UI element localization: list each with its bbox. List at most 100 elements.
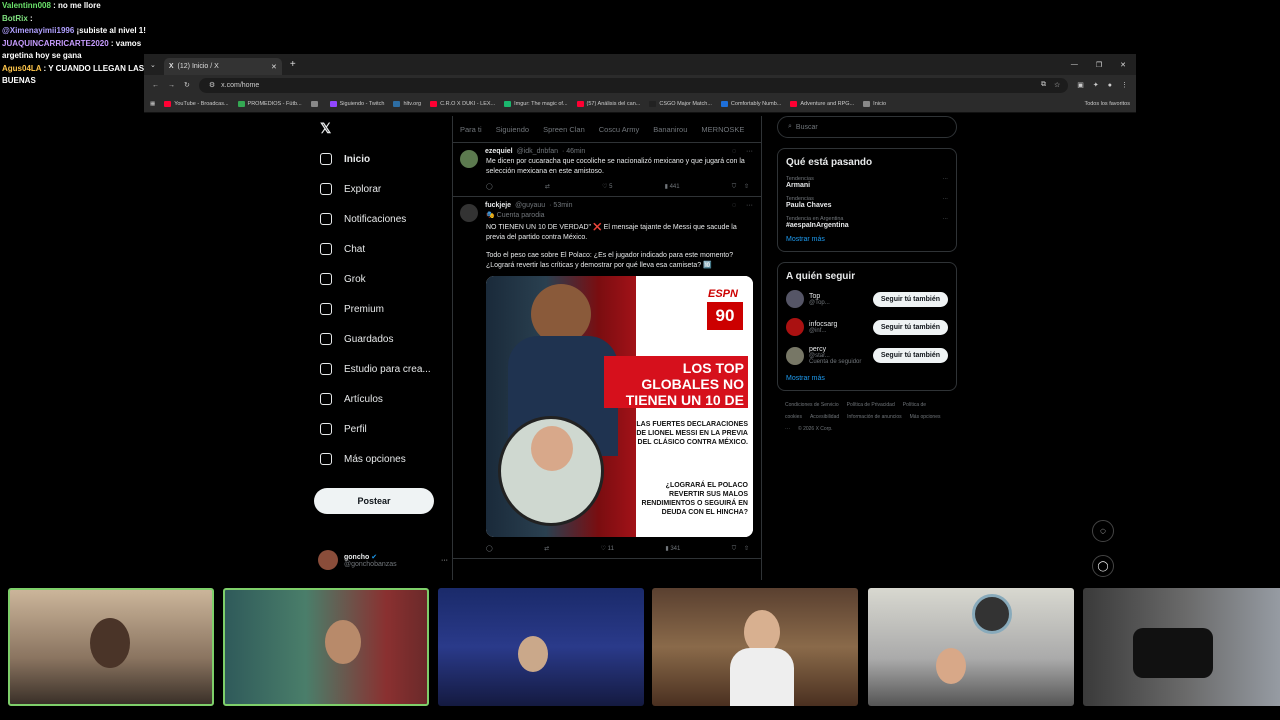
star-icon[interactable]: ☆ [1054,81,1060,89]
menu-icon[interactable]: ⋮ [1121,81,1128,89]
x-logo-icon[interactable]: 𝕏 [314,116,449,144]
more-icon[interactable]: ··· [746,202,753,209]
extension-icon[interactable]: ▣ [1077,81,1084,89]
like-button[interactable]: ♡ 11 [601,545,614,553]
tweet[interactable]: ezequiel @idk_dnbfan · 46min ◌ ··· Me dicen … [453,143,761,197]
close-window-icon[interactable]: ✕ [1120,61,1126,69]
forward-icon[interactable]: → [168,82,175,89]
nav-item[interactable]: Guardados [314,324,449,354]
messages-fab-icon[interactable]: ◯ [1092,555,1114,577]
more-icon[interactable]: ··· [943,216,949,222]
avatar[interactable] [786,290,804,308]
more-icon[interactable]: ··· [441,557,448,564]
tweet-author[interactable]: fuckjeje [485,202,511,209]
reload-icon[interactable]: ↻ [184,81,190,89]
nav-item[interactable]: Perfil [314,414,449,444]
bookmark-item[interactable]: (57) Análisis del can... [576,100,640,107]
address-bar[interactable]: ⚙ x.com/home ⧉ ☆ [198,77,1069,93]
grok-icon[interactable]: ◌ [732,202,736,209]
nav-item[interactable]: Chat [314,234,449,264]
bookmark-icon[interactable]: ⛉ [732,184,737,190]
bookmark-icon[interactable]: ⛉ [732,546,737,552]
back-icon[interactable]: ← [152,82,159,89]
follow-name[interactable]: Top [809,293,868,300]
footer-link[interactable]: Política de Privacidad [847,402,895,408]
timeline-tab[interactable]: Para ti [453,125,489,134]
retweet-icon[interactable]: ⇄ [545,183,550,191]
nav-item[interactable]: Explorar [314,174,449,204]
nav-item[interactable]: Notificaciones [314,204,449,234]
trend-item[interactable]: Tendencias ··· Paula Chaves [786,196,948,209]
follow-button[interactable]: Seguir tú también [872,291,948,307]
bookmark-item[interactable]: Imgur: The magic of... [504,100,568,107]
chat-username[interactable]: Agus04LA [2,64,41,73]
bookmark-item[interactable]: Inicio [863,100,886,107]
views-button[interactable]: ▮ 441 [665,183,680,191]
site-info-icon[interactable]: ⚙ [209,81,215,89]
more-icon[interactable]: ··· [943,196,949,202]
nav-item[interactable]: Premium [314,294,449,324]
trend-item[interactable]: Tendencias ··· Armani [786,176,948,189]
show-more-link[interactable]: Mostrar más [786,375,948,382]
trend-item[interactable]: Tendencia en Argentina ··· #aespaInArgenti… [786,216,948,229]
bookmark-item[interactable]: Adventure and RPG... [790,100,854,107]
maximize-icon[interactable]: ❐ [1096,61,1102,69]
timeline-tab[interactable]: Spreen Clan [536,125,592,134]
tweet-image[interactable]: ESPN 90 LOS TOP GLOBALES NO TIENEN UN 10… [486,276,753,537]
share-icon[interactable]: ⇧ [744,546,749,552]
chat-username[interactable]: BotRix [2,14,28,23]
grok-fab-icon[interactable]: ◌ [1092,520,1114,542]
new-tab-icon[interactable]: + [290,59,296,70]
bookmark-item[interactable]: Siguiendo - Twitch [329,100,384,107]
nav-item[interactable]: Grok [314,264,449,294]
bookmark-item[interactable]: PROMEDIOS - Fútb... [237,100,302,107]
footer-link[interactable]: © 2026 X Corp. [798,426,833,432]
reply-icon[interactable]: ◯ [486,545,493,553]
tweet[interactable]: fuckjeje @guyauu · 53min ◌ ··· 🎭 Cuenta paro… [453,197,761,559]
more-icon[interactable]: ··· [943,176,949,182]
more-icon[interactable]: ··· [746,148,753,155]
nav-item[interactable]: Inicio [314,144,449,174]
browser-tab[interactable]: X (12) Inicio / X ✕ [163,58,282,75]
all-bookmarks-folder[interactable]: Todos los favoritos [1084,101,1130,107]
like-button[interactable]: ♡ 5 [602,183,612,191]
bookmark-item[interactable]: hltv.org [393,100,421,107]
timeline-tab[interactable]: Siguiendo [489,125,536,134]
nav-item[interactable]: Artículos [314,384,449,414]
footer-link[interactable]: Condiciones de Servicio [785,402,839,408]
footer-link[interactable]: Información de anuncios [847,414,901,420]
close-tab-icon[interactable]: ✕ [271,63,277,71]
bookmark-item[interactable]: Comfortably Numb... [720,100,781,107]
nav-item[interactable]: Más opciones [314,444,449,474]
bookmark-item[interactable]: CSGO Major Match... [649,100,712,107]
timeline-tab[interactable]: Coscu Army [592,125,646,134]
follow-button[interactable]: Seguir tú también [872,348,948,363]
avatar[interactable] [786,318,804,336]
show-more-link[interactable]: Mostrar más [786,236,948,243]
follow-button[interactable]: Seguir tú también [872,319,948,335]
grok-icon[interactable]: ◌ [732,148,736,155]
bookmark-item[interactable] [310,100,321,107]
profile-icon[interactable]: ● [1108,82,1112,89]
follow-name[interactable]: infocsarg [809,321,868,328]
follow-name[interactable]: percy [809,346,868,353]
retweet-icon[interactable]: ⇄ [544,545,549,553]
puzzle-icon[interactable]: ✦ [1093,81,1099,89]
share-icon[interactable]: ⇧ [744,184,749,190]
chat-username[interactable]: Valentinn008 [2,1,51,10]
search-input[interactable]: ⌕ Buscar [777,116,957,138]
timeline-tab[interactable]: Bananirou [646,125,694,134]
chat-username[interactable]: @Ximenayimii1996 [2,26,74,35]
bookmark-item[interactable]: YouTube - Broadcas... [164,100,229,107]
reply-icon[interactable]: ◯ [486,183,493,191]
chat-username[interactable]: JUAQUINCARRICARTE2020 [2,39,109,48]
minimize-icon[interactable]: — [1071,61,1078,69]
account-switcher[interactable]: goncho ✔ @gonchobanzas ··· [318,550,448,570]
avatar[interactable] [786,346,804,365]
post-button[interactable]: Postear [314,488,434,514]
footer-link[interactable]: Accesibilidad [810,414,839,420]
timeline-tab[interactable]: MERNOSKE [694,125,751,134]
nav-item[interactable]: Estudio para crea... [314,354,449,384]
bookmark-item[interactable]: C.R.O X DUKI - LEX... [430,100,495,107]
install-icon[interactable]: ⧉ [1041,81,1046,89]
